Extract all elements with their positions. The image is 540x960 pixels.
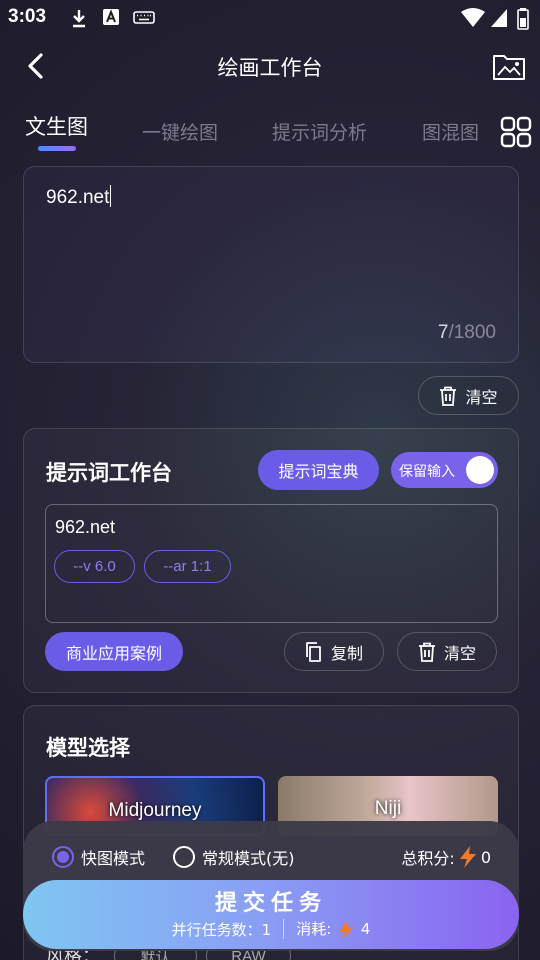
- mode-fast-label: 快图模式: [81, 849, 146, 868]
- lightning-icon: [338, 919, 354, 940]
- prompt-dictionary-button[interactable]: 提示词宝典: [258, 450, 379, 490]
- status-bar: 3:03: [0, 0, 540, 36]
- mode-tabs: 文生图 一键绘图 提示词分析 图混图: [0, 108, 540, 156]
- points-label: 总积分:: [401, 849, 455, 868]
- clear-prompt-label: 清空: [465, 387, 498, 407]
- tab-text-to-image[interactable]: 文生图: [25, 111, 88, 141]
- model-label-niji: Niji: [374, 798, 402, 819]
- workbench-prompt-text: 962.net: [55, 517, 116, 537]
- lightning-icon: [459, 846, 476, 868]
- submit-label: 提交任务: [214, 891, 327, 916]
- divider: [283, 919, 285, 940]
- cost-value: 4: [360, 920, 371, 938]
- tab-active-indicator: [38, 146, 76, 151]
- cost-label: 消耗:: [296, 920, 332, 938]
- workbench-title: 提示词工作台: [46, 461, 172, 485]
- points-value: 0: [480, 847, 491, 867]
- keyboard-icon: [133, 11, 155, 24]
- keep-input-toggle[interactable]: 保留输入: [391, 452, 498, 488]
- toggle-knob: [466, 456, 494, 484]
- prompt-workbench: 提示词工作台 提示词宝典 保留输入 962.net --v 6.0 --ar 1…: [23, 428, 519, 693]
- trash-icon: [418, 642, 435, 662]
- submit-task-button[interactable]: 提交任务 并行任务数：1 消耗: 4: [23, 880, 519, 949]
- download-icon: [73, 10, 85, 28]
- gallery-folder-icon[interactable]: [492, 50, 526, 82]
- mode-normal-label: 常规模式(无): [202, 849, 295, 868]
- prompt-input[interactable]: 962.net 7/1800: [23, 166, 519, 363]
- text-caret: [110, 185, 112, 207]
- header: 绘画工作台: [0, 36, 540, 98]
- parallel-tasks: 并行任务数：1: [171, 920, 272, 939]
- trash-icon: [440, 386, 457, 406]
- signal-icon: [491, 9, 507, 27]
- submit-panel: 快图模式 常规模式(无) 总积分: 0 提交任务 并行任务数：1 消耗: 4: [23, 821, 519, 951]
- char-count: 7: [437, 322, 449, 343]
- clear-prompt-button[interactable]: 清空: [418, 376, 519, 415]
- keep-input-label: 保留输入: [399, 464, 455, 480]
- business-cases-button[interactable]: 商业应用案例: [45, 632, 183, 671]
- mode-fast-radio[interactable]: 快图模式: [52, 845, 145, 869]
- copy-button[interactable]: 复制: [284, 632, 384, 671]
- tab-image-blend[interactable]: 图混图: [422, 118, 479, 145]
- status-time: 3:03: [8, 6, 47, 27]
- workbench-prompt-box[interactable]: 962.net --v 6.0 --ar 1:1: [45, 504, 498, 623]
- tab-prompt-analysis[interactable]: 提示词分析: [272, 118, 367, 145]
- more-grid-icon[interactable]: [500, 116, 532, 148]
- param-tag-version[interactable]: --v 6.0: [54, 550, 135, 583]
- clear-workbench-label: 清空: [443, 643, 476, 663]
- wifi-icon: [461, 8, 485, 27]
- char-max: /1800: [448, 322, 496, 343]
- prompt-input-text: 962.net: [46, 187, 110, 208]
- copy-label: 复制: [330, 643, 363, 663]
- battery-icon: [517, 8, 529, 30]
- tab-one-click-draw[interactable]: 一键绘图: [142, 118, 218, 145]
- font-app-icon: [103, 9, 119, 25]
- radio-unselected-icon: [173, 846, 195, 868]
- page-title: 绘画工作台: [217, 56, 323, 80]
- param-tag-aspect-ratio[interactable]: --ar 1:1: [144, 550, 231, 583]
- model-title: 模型选择: [46, 736, 130, 760]
- model-label-midjourney: Midjourney: [108, 800, 202, 821]
- char-counter: 7/1800: [438, 322, 496, 344]
- mode-normal-radio[interactable]: 常规模式(无): [173, 845, 295, 869]
- copy-icon: [306, 641, 321, 662]
- radio-selected-icon: [52, 846, 74, 868]
- total-points: 总积分: 0: [401, 845, 491, 869]
- clear-workbench-button[interactable]: 清空: [397, 632, 497, 671]
